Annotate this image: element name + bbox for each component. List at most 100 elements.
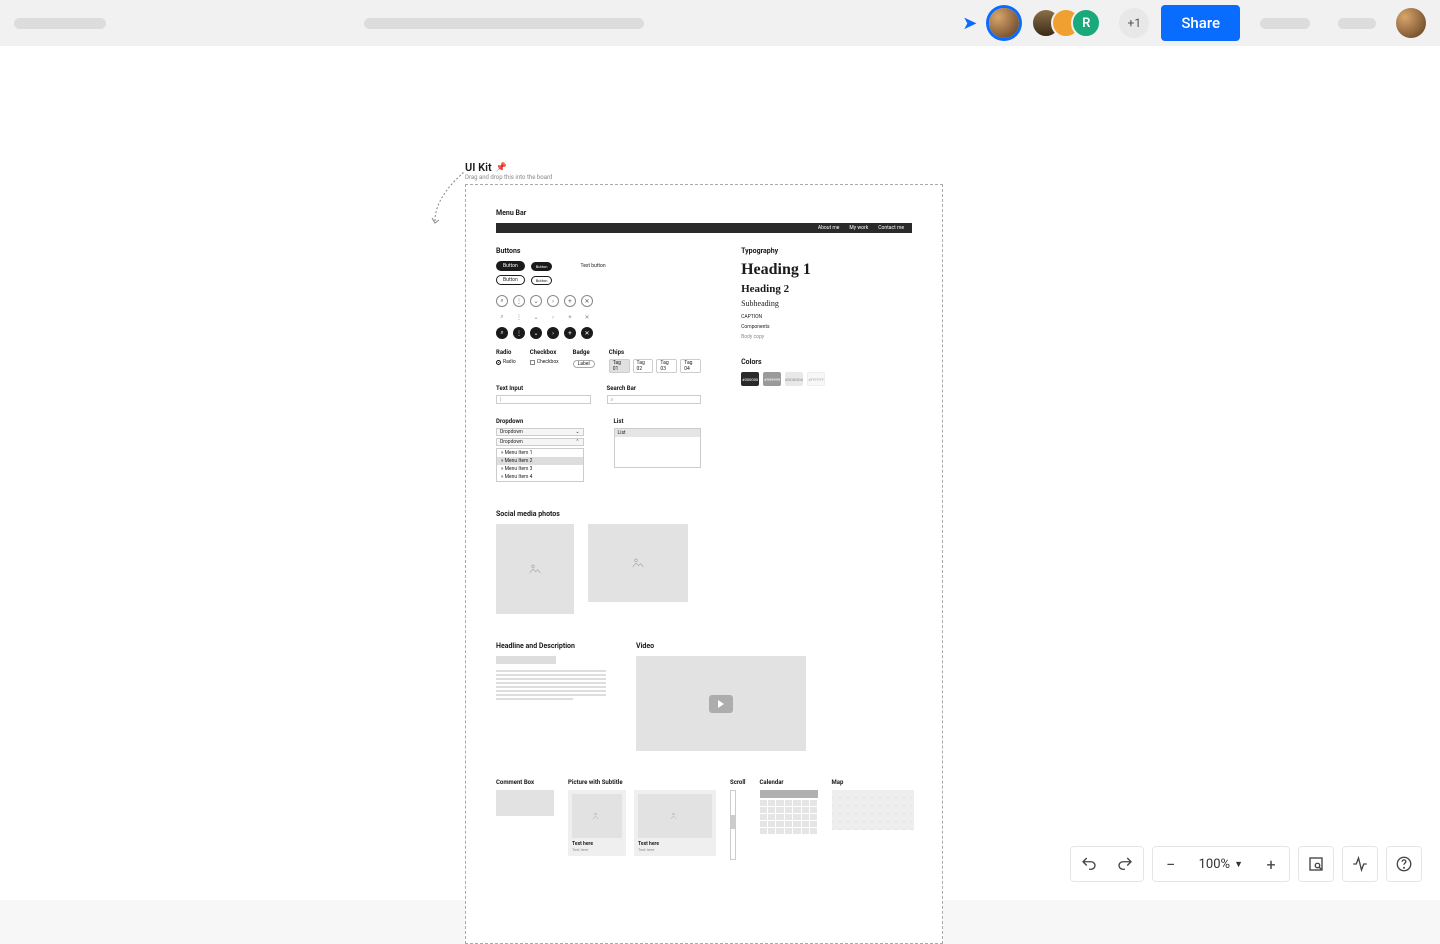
icon-down[interactable]: ⌄ xyxy=(530,311,542,323)
chip[interactable]: Tag 01 xyxy=(609,359,630,373)
icon-menu[interactable]: ⋮ xyxy=(513,311,525,323)
current-user-avatar[interactable] xyxy=(989,8,1019,38)
heading-2: Heading 2 xyxy=(741,283,912,295)
topbar-action-placeholder[interactable] xyxy=(1338,18,1376,29)
share-button[interactable]: Share xyxy=(1161,5,1240,41)
label: Search Bar xyxy=(607,385,702,392)
menu-item[interactable]: Contact me xyxy=(878,225,904,231)
caption: CAPTION xyxy=(741,314,912,320)
icon-plus[interactable]: + xyxy=(564,327,576,339)
zoom-level[interactable]: 100%▼ xyxy=(1189,857,1253,872)
icon-menu[interactable]: ⋮ xyxy=(513,327,525,339)
redo-button[interactable] xyxy=(1107,846,1143,882)
icon-search[interactable]: ⌕ xyxy=(496,327,508,339)
activity-button[interactable] xyxy=(1342,846,1378,882)
menu-item[interactable]: » Menu Item 3 xyxy=(497,465,583,473)
chip[interactable]: Tag 03 xyxy=(656,359,677,373)
dropdown-closed[interactable]: Dropdown⌄ xyxy=(496,428,584,436)
zoom-in-button[interactable]: + xyxy=(1253,846,1289,882)
label: Chips xyxy=(609,349,701,356)
list-component[interactable]: List xyxy=(614,428,702,468)
help-button[interactable] xyxy=(1386,846,1422,882)
heading-1: Heading 1 xyxy=(741,261,912,279)
icon-right[interactable]: › xyxy=(547,327,559,339)
icon-search[interactable]: ⌕ xyxy=(496,311,508,323)
menu-item[interactable]: About me xyxy=(818,225,840,231)
search-input[interactable]: ⌕ xyxy=(607,395,702,404)
section-title: Video xyxy=(636,642,806,650)
menu-item[interactable]: My work xyxy=(849,225,868,231)
radio-item[interactable]: Radio xyxy=(496,359,516,365)
picture-card[interactable]: Text here Text here xyxy=(634,790,716,856)
undo-button[interactable] xyxy=(1071,846,1107,882)
section-title: Typography xyxy=(741,247,912,255)
topbar-action-placeholder[interactable] xyxy=(1260,18,1310,29)
color-swatch[interactable]: #000000 xyxy=(741,372,759,386)
section-title: Scroll xyxy=(730,779,746,786)
icon-right[interactable]: › xyxy=(547,311,559,323)
icon-close[interactable]: ✕ xyxy=(581,327,593,339)
body-copy: Body copy xyxy=(741,334,912,340)
canvas[interactable]: UI Kit 📌 Drag and drop this into the boa… xyxy=(0,46,1440,900)
map-component[interactable] xyxy=(832,790,914,830)
profile-avatar[interactable] xyxy=(1396,8,1426,38)
color-swatch[interactable]: #999999 xyxy=(763,372,781,386)
ui-kit-frame[interactable]: Menu Bar About me My work Contact me But… xyxy=(465,184,943,944)
button-outline[interactable]: Button xyxy=(496,275,525,285)
menu-item[interactable]: » Menu Item 2 xyxy=(497,457,583,465)
icon-plus[interactable]: + xyxy=(564,311,576,323)
board-title-placeholder[interactable] xyxy=(364,18,644,29)
label: Dropdown xyxy=(496,418,584,425)
icon-plus[interactable]: + xyxy=(564,295,576,307)
scrollbar[interactable] xyxy=(730,790,736,860)
chip[interactable]: Tag 04 xyxy=(680,359,701,373)
list-header: List xyxy=(615,429,701,437)
chevron-up-icon: ⌃ xyxy=(575,439,579,445)
frame-title-text: UI Kit xyxy=(465,161,492,174)
calendar-component[interactable] xyxy=(760,790,818,834)
icon-down[interactable]: ⌄ xyxy=(530,327,542,339)
icon-close[interactable]: ✕ xyxy=(581,295,593,307)
icon-close[interactable]: ✕ xyxy=(581,311,593,323)
section-title: Picture with Subtitle xyxy=(568,779,716,786)
card-subtitle: Text here xyxy=(572,847,622,852)
chevron-down-icon: ▼ xyxy=(1234,859,1243,870)
section-title: Buttons xyxy=(496,247,701,255)
icon-search[interactable]: ⌕ xyxy=(496,295,508,307)
section-title: Comment Box xyxy=(496,779,554,786)
headline-placeholder xyxy=(496,656,556,664)
pin-icon: 📌 xyxy=(496,163,507,173)
menu-item[interactable]: » Menu Item 4 xyxy=(497,473,583,481)
description-placeholder xyxy=(496,670,606,700)
color-swatch[interactable]: #FFFFFF xyxy=(807,372,825,386)
chevron-down-icon: ⌄ xyxy=(575,429,579,435)
button-primary[interactable]: Button xyxy=(496,261,525,271)
color-swatch[interactable]: #DDDDDD xyxy=(785,372,803,386)
menu-item[interactable]: » Menu Item 1 xyxy=(497,449,583,457)
picture-card[interactable]: Text here Text here xyxy=(568,790,626,856)
chip[interactable]: Tag 02 xyxy=(633,359,654,373)
zoom-out-button[interactable]: − xyxy=(1153,846,1189,882)
icon-down[interactable]: ⌄ xyxy=(530,295,542,307)
frame-title[interactable]: UI Kit 📌 xyxy=(465,161,507,174)
fit-view-button[interactable] xyxy=(1298,846,1334,882)
button-outline-sm[interactable]: Button xyxy=(531,276,553,285)
photo-placeholder[interactable] xyxy=(496,524,574,614)
app-menu-placeholder[interactable] xyxy=(14,18,106,29)
comment-box[interactable] xyxy=(496,790,554,816)
avatar[interactable]: R xyxy=(1071,8,1101,38)
icon-right[interactable]: › xyxy=(547,295,559,307)
collaborator-avatars[interactable]: R xyxy=(1031,8,1101,38)
video-placeholder[interactable] xyxy=(636,656,806,751)
icon-menu[interactable]: ⋮ xyxy=(513,295,525,307)
photo-placeholder[interactable] xyxy=(588,524,688,602)
section-title: Headline and Description xyxy=(496,642,606,650)
text-input[interactable]: | xyxy=(496,395,591,404)
section-title: Colors xyxy=(741,358,912,366)
dropdown-open[interactable]: Dropdown⌃ xyxy=(496,438,584,446)
bottom-controls: − 100%▼ + xyxy=(1070,846,1422,882)
button-text[interactable]: Text button xyxy=(580,263,605,269)
button-primary-sm[interactable]: Button xyxy=(531,262,553,271)
checkbox-item[interactable]: Checkbox xyxy=(530,359,559,365)
more-collaborators-badge[interactable]: +1 xyxy=(1119,8,1149,38)
